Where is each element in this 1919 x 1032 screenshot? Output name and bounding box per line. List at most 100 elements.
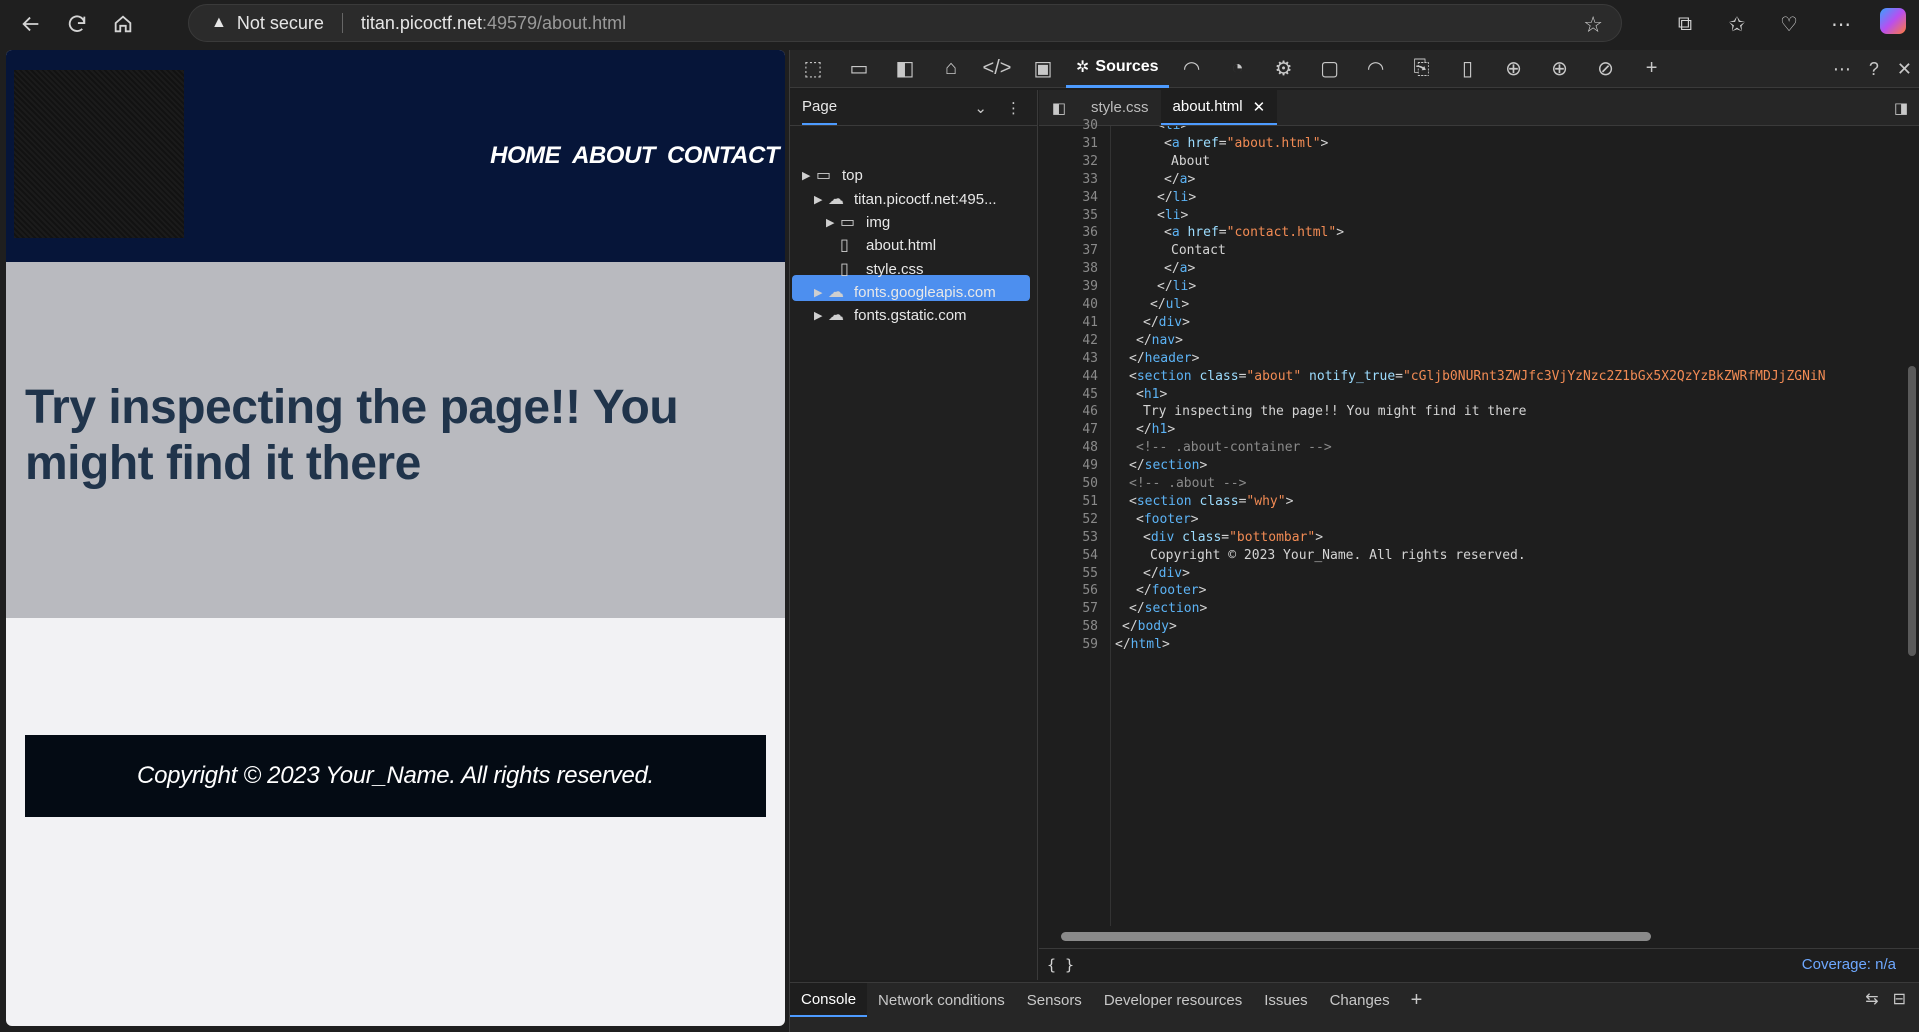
expand-arrow-icon[interactable]: ▶ [814, 193, 828, 206]
help-icon[interactable]: ? [1869, 59, 1879, 80]
device-icon[interactable]: ▯ [1445, 50, 1491, 88]
code-line[interactable]: </div> [1143, 566, 1190, 581]
browser-essentials-icon[interactable]: ♡ [1763, 12, 1815, 37]
chevron-down-icon[interactable]: ⌄ [974, 99, 987, 117]
back-icon[interactable] [8, 4, 54, 44]
devtools-more-icon[interactable]: ⋯ [1833, 59, 1851, 80]
vertical-scroll-thumb[interactable] [1908, 366, 1916, 656]
pretty-print-button[interactable]: { } [1047, 956, 1074, 974]
code-line[interactable]: </ul> [1150, 297, 1189, 312]
globe-icon[interactable]: ⊕ [1537, 50, 1583, 88]
code-line[interactable]: <a href="about.html"> [1164, 136, 1328, 151]
security-label[interactable]: Not secure [237, 13, 324, 34]
application-icon[interactable]: ▢ [1307, 50, 1353, 88]
code-line[interactable]: </a> [1164, 261, 1195, 276]
drawer-tab-console[interactable]: Console [790, 983, 868, 1017]
code-line[interactable]: <a href="contact.html"> [1164, 225, 1344, 240]
dock-side-icon[interactable]: ◧ [882, 50, 928, 88]
nav-about-link[interactable]: ABOUT [572, 142, 655, 170]
network-icon[interactable]: ◠ [1169, 50, 1215, 88]
web-icon[interactable]: ⊕ [1491, 50, 1537, 88]
security-icon[interactable]: ⎘ [1399, 50, 1445, 88]
elements-icon[interactable]: </> [974, 50, 1020, 88]
favorite-star-icon[interactable]: ☆ [1583, 12, 1603, 38]
devtools-toolbar: ⬚ ▭ ◧ ⌂ </> ▣ ✲ Sources ◠ ◔ ⚙ ▢ ◠ ⎘ ▯ ⊕ … [790, 50, 1919, 88]
expand-arrow-icon[interactable]: ▶ [814, 309, 828, 322]
welcome-icon[interactable]: ⌂ [928, 50, 974, 88]
code-line[interactable]: </html> [1115, 637, 1170, 652]
line-number: 32 [1082, 153, 1098, 169]
device-toolbar-icon[interactable]: ▭ [836, 50, 882, 88]
code-line[interactable]: About [1171, 154, 1210, 169]
code-area[interactable]: <li> <a href="about.html"> About </a> </li> <… [1111, 126, 1906, 926]
more-tools-plus-icon[interactable]: + [1629, 50, 1675, 88]
drawer-tab-developer-resources[interactable]: Developer resources [1093, 983, 1253, 1017]
code-line[interactable]: </li> [1157, 279, 1196, 294]
drawer-tab-changes[interactable]: Changes [1319, 983, 1401, 1017]
extensions-icon[interactable]: ⧉ [1659, 13, 1711, 36]
nav-home-link[interactable]: HOME [490, 142, 561, 170]
more-menu-icon[interactable]: ⋯ [1815, 12, 1867, 37]
code-line[interactable]: </h1> [1136, 422, 1175, 437]
tab-page[interactable]: Page [802, 90, 838, 125]
address-separator [341, 13, 343, 33]
expand-arrow-icon[interactable]: ▶ [826, 216, 840, 229]
code-line[interactable]: </body> [1122, 619, 1177, 634]
footer-copyright: Copyright © 2023 Your_Name. All rights r… [137, 762, 654, 789]
code-line[interactable]: </section> [1129, 458, 1207, 473]
inspect-element-icon[interactable]: ⬚ [790, 50, 836, 88]
toggle-navigator-icon[interactable]: ◧ [1039, 90, 1079, 125]
code-line[interactable]: Copyright © 2023 Your_Name. All rights r… [1150, 548, 1526, 563]
code-line[interactable]: <footer> [1136, 512, 1199, 527]
memory-icon[interactable]: ⚙ [1261, 50, 1307, 88]
nav-contact-link[interactable]: CONTACT [667, 142, 780, 170]
drawer-tab-issues[interactable]: Issues [1253, 983, 1318, 1017]
code-line[interactable]: <li> [1157, 208, 1188, 223]
close-drawer-icon[interactable]: ⊟ [1893, 989, 1906, 1009]
code-line[interactable]: <section class="about" notify_true="cGlj… [1129, 369, 1826, 384]
tree-item-gstatic[interactable]: ▶ ☁ fonts.gstatic.com [814, 302, 967, 328]
code-line[interactable]: </div> [1143, 315, 1190, 330]
editor-tab-about-html[interactable]: about.html ✕ [1160, 90, 1278, 125]
tree-item-about-html[interactable]: ▯ about.html [840, 232, 936, 258]
code-line[interactable]: </footer> [1136, 583, 1206, 598]
horizontal-scrollbar[interactable] [1039, 926, 1919, 946]
network-conditions-icon[interactable]: ◠ [1353, 50, 1399, 88]
favorites-icon[interactable]: ✩ [1711, 12, 1763, 37]
tab-sources[interactable]: ✲ Sources [1066, 50, 1169, 88]
dock-drawer-icon[interactable]: ⇆ [1865, 989, 1878, 1009]
vertical-scrollbar[interactable] [1906, 126, 1918, 916]
expand-arrow-icon[interactable]: ▶ [814, 286, 828, 299]
code-line[interactable]: </li> [1157, 190, 1196, 205]
copilot-icon[interactable] [1867, 8, 1919, 40]
navigator-more-icon[interactable]: ⋮ [1006, 99, 1021, 117]
code-line[interactable]: <section class="why"> [1129, 494, 1293, 509]
close-tab-icon[interactable]: ✕ [1253, 98, 1266, 116]
home-icon[interactable] [100, 4, 146, 44]
code-line[interactable]: <li> [1157, 126, 1188, 133]
refresh-icon[interactable] [54, 4, 100, 44]
css-overview-icon[interactable]: ⊘ [1583, 50, 1629, 88]
code-line[interactable]: </section> [1129, 601, 1207, 616]
code-line[interactable]: </header> [1129, 351, 1199, 366]
address-bar[interactable]: ▲ Not secure titan.picoctf.net:49579/abo… [188, 4, 1622, 42]
console-icon[interactable]: ▣ [1020, 50, 1066, 88]
code-line[interactable]: Contact [1171, 243, 1226, 258]
code-line[interactable]: <div class="bottombar"> [1143, 530, 1323, 545]
expand-arrow-icon[interactable]: ▶ [802, 169, 816, 182]
code-line[interactable]: Try inspecting the page!! You might find… [1143, 404, 1527, 419]
add-drawer-tab-icon[interactable]: + [1401, 983, 1433, 1017]
code-line[interactable]: <!-- .about --> [1129, 476, 1246, 491]
drawer-tab-network-conditions[interactable]: Network conditions [867, 983, 1016, 1017]
performance-icon[interactable]: ◔ [1215, 50, 1261, 88]
code-line[interactable]: <!-- .about-container --> [1136, 440, 1332, 455]
code-line[interactable]: <h1> [1136, 387, 1167, 402]
close-devtools-icon[interactable]: ✕ [1897, 59, 1912, 80]
horizontal-scroll-thumb[interactable] [1061, 932, 1651, 941]
code-line[interactable]: </nav> [1136, 333, 1183, 348]
code-line[interactable]: </a> [1164, 172, 1195, 187]
toggle-debugger-icon[interactable]: ◨ [1894, 99, 1908, 117]
tree-item-top[interactable]: ▶ ▭ top [802, 162, 863, 188]
coverage-label[interactable]: Coverage: n/a [1802, 956, 1896, 973]
drawer-tab-sensors[interactable]: Sensors [1016, 983, 1093, 1017]
